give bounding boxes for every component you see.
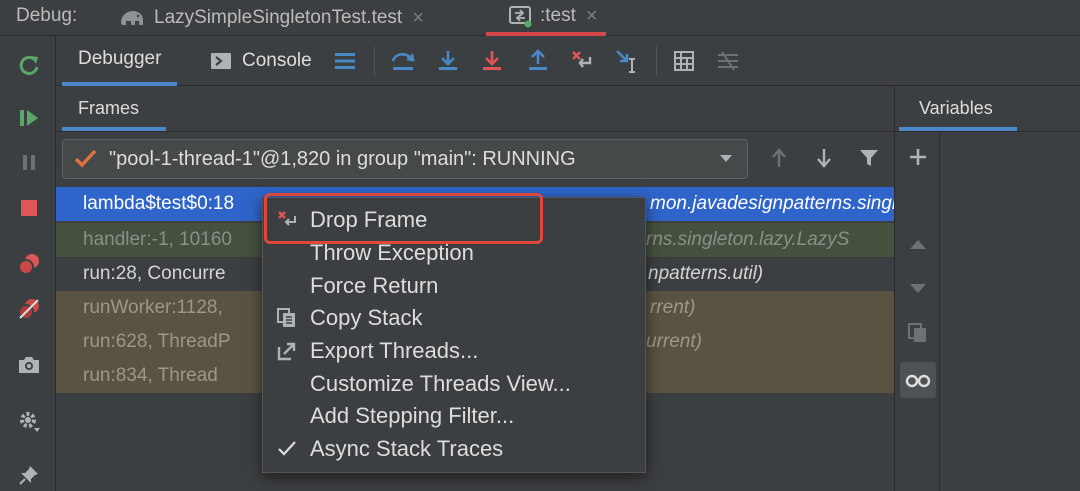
menu-item-label: Copy Stack: [310, 305, 423, 330]
frame-left-text: run:28, Concurre: [83, 263, 226, 284]
stop-icon[interactable]: [14, 193, 44, 223]
settings-gear-icon[interactable]: [14, 406, 44, 436]
run-to-cursor-icon[interactable]: [612, 46, 642, 76]
tab-lazysingleton-test[interactable]: LazySimpleSingletonTest.test ×: [118, 0, 424, 36]
frame-left-text: runWorker:1128,: [83, 297, 223, 318]
menu-item-label: Add Stepping Filter...: [310, 403, 515, 428]
menu-item-add-stepping-filter[interactable]: Add Stepping Filter...: [263, 400, 645, 432]
menu-item-async-stack-traces[interactable]: Async Stack Traces: [263, 433, 645, 465]
filter-icon[interactable]: [854, 142, 884, 174]
debug-label: Debug:: [16, 5, 78, 26]
mute-breakpoints-icon[interactable]: [14, 294, 44, 324]
tab-console[interactable]: Console: [206, 36, 316, 86]
frames-panel-header: Frames: [56, 86, 894, 132]
copy-icon: [277, 308, 297, 328]
frame-right-text: npatterns.util): [648, 263, 764, 284]
highlight-annotation-box: [264, 193, 543, 244]
duplicate-watch-icon[interactable]: [903, 318, 933, 348]
drop-frame-toolbar-icon[interactable]: [567, 46, 597, 76]
previous-frame-icon[interactable]: [764, 142, 794, 174]
tab-label: :test: [540, 5, 576, 26]
resume-icon[interactable]: [14, 103, 44, 133]
step-over-icon[interactable]: [388, 46, 418, 76]
layout-menu-icon[interactable]: [330, 46, 360, 76]
gradle-run-icon: [509, 6, 532, 28]
rerun-icon[interactable]: [14, 50, 44, 80]
menu-item-copy-stack[interactable]: Copy Stack: [263, 302, 645, 334]
tab-label: Debugger: [78, 48, 162, 69]
frame-left-text: run:834, Thread: [83, 365, 218, 386]
menu-item-customize-threads-view[interactable]: Customize Threads View...: [263, 368, 645, 400]
frame-left-text: run:628, ThreadP: [83, 331, 231, 352]
debugger-toolbar: Debugger Console: [56, 36, 1080, 86]
variables-panel-header: Variables: [894, 86, 1080, 132]
menu-item-label: Async Stack Traces: [310, 436, 504, 461]
chevron-down-icon: [720, 155, 732, 162]
pause-icon[interactable]: [14, 147, 44, 177]
menu-item-label: Customize Threads View...: [310, 371, 571, 396]
frame-right-text: urrent): [646, 331, 702, 352]
frames-title: Frames: [78, 98, 140, 118]
checkmark-icon: [277, 439, 297, 459]
move-up-icon[interactable]: [903, 229, 933, 259]
camera-icon[interactable]: [14, 350, 44, 380]
gradle-elephant-icon: [121, 11, 143, 25]
menu-item-export-threads[interactable]: Export Threads...: [263, 335, 645, 367]
variables-title: Variables: [919, 98, 993, 118]
frame-left-text: lambda$test$0:18: [83, 193, 235, 214]
tab-label: LazySimpleSingletonTest.test: [154, 7, 403, 28]
step-out-icon[interactable]: [523, 46, 553, 76]
add-watch-icon[interactable]: [903, 142, 933, 172]
debug-tool-window-header: Debug: LazySimpleSingletonTest.test × :t…: [0, 0, 1080, 36]
trace-current-stream-icon[interactable]: [713, 46, 743, 76]
pin-icon[interactable]: [14, 460, 44, 490]
tab-debugger[interactable]: Debugger: [62, 36, 178, 86]
move-down-icon[interactable]: [903, 274, 933, 304]
export-icon: [277, 341, 297, 361]
left-debug-toolbar: [0, 36, 56, 491]
frame-left-text: handler:-1, 10160: [83, 229, 232, 250]
frame-right-text: mon.javadesignpatterns.singleton.lazy): [650, 193, 894, 214]
variables-panel: [894, 132, 1080, 491]
menu-item-label: Export Threads...: [310, 338, 479, 363]
evaluate-expression-icon[interactable]: [669, 46, 699, 76]
checkmark-icon: [74, 149, 97, 168]
force-step-into-icon[interactable]: [477, 46, 507, 76]
next-frame-icon[interactable]: [809, 142, 839, 174]
view-breakpoints-icon[interactable]: [14, 249, 44, 279]
frame-right-text: rns.singleton.lazy.LazyS: [646, 229, 850, 250]
console-icon: [211, 53, 231, 69]
close-icon[interactable]: ×: [586, 5, 598, 28]
thread-selector-value: "pool-1-thread-1"@1,820 in group "main":…: [109, 147, 576, 170]
tab-label: Console: [242, 50, 312, 71]
thread-selector-dropdown[interactable]: "pool-1-thread-1"@1,820 in group "main":…: [62, 139, 748, 179]
step-into-icon[interactable]: [433, 46, 463, 76]
tab-test[interactable]: :test ×: [486, 0, 606, 36]
menu-item-label: Force Return: [310, 273, 439, 298]
show-watches-glasses-icon[interactable]: [900, 362, 936, 398]
close-icon[interactable]: ×: [412, 7, 424, 30]
frame-right-text: rrent): [650, 297, 696, 318]
menu-item-force-return[interactable]: Force Return: [263, 270, 645, 302]
